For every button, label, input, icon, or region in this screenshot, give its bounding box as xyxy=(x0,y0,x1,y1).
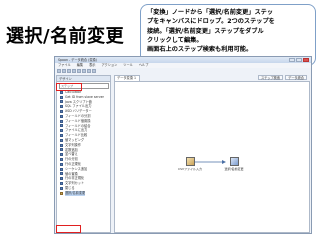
open-file-icon[interactable] xyxy=(62,69,66,73)
main-toolbar xyxy=(55,68,311,74)
step-type-icon xyxy=(60,119,63,123)
select-rename-step[interactable]: 選択/名前変更 xyxy=(219,157,249,171)
step-type-icon xyxy=(60,172,63,176)
step-type-icon xyxy=(60,114,63,118)
step-type-icon xyxy=(60,100,63,104)
step-tree: Calculator Get ID from slave server Java ス… xyxy=(57,90,110,196)
window-controls xyxy=(289,58,309,62)
step-type-icon xyxy=(60,90,63,94)
callout-line: プをキャンバスにドロップ。2つのステップを xyxy=(147,18,275,26)
debug-icon[interactable] xyxy=(92,69,96,73)
step-type-icon xyxy=(60,124,63,128)
window-title: Spoon - データ統合 (変換) xyxy=(58,58,97,62)
step-type-icon xyxy=(60,153,63,157)
step-tree-item[interactable]: 選択/名前変更 xyxy=(60,190,110,196)
step-type-icon xyxy=(60,129,63,133)
step-type-icon xyxy=(60,105,63,109)
select-rename-label: 選択/名前変更 xyxy=(224,167,244,171)
csv-input-label: CSVファイル入力 xyxy=(177,167,203,171)
select-rename-highlight-box xyxy=(56,225,81,233)
save-icon[interactable] xyxy=(67,69,71,73)
callout-line: クリックして編集。 xyxy=(147,36,203,44)
step-type-icon xyxy=(60,134,63,138)
data-integration-button[interactable]: データ統合 xyxy=(285,75,307,80)
step-type-icon xyxy=(60,182,63,186)
step-type-icon xyxy=(60,191,63,195)
spoon-window: Spoon - データ統合 (変換) ファイル 編集 表示 アクション ツール … xyxy=(54,56,312,234)
csv-input-icon xyxy=(185,157,195,166)
step-search-button[interactable]: ステップ検索 xyxy=(257,75,284,80)
maximize-button[interactable] xyxy=(296,58,302,62)
callout-line: 接続。「選択/名前変更」ステップをダブル xyxy=(147,27,264,35)
step-type-icon xyxy=(60,138,63,142)
callout-line: 画面右上のステップ検索も利用可能。 xyxy=(147,46,253,54)
step-type-icon xyxy=(60,186,63,190)
step-type-icon xyxy=(60,110,63,114)
step-type-icon xyxy=(60,143,63,147)
slide-title: 選択/名前変更 xyxy=(6,26,125,47)
close-button[interactable] xyxy=(303,58,309,62)
new-file-icon[interactable] xyxy=(57,69,61,73)
step-tree-label: 選択/名前変更 xyxy=(65,190,86,196)
minimize-button[interactable] xyxy=(289,58,295,62)
save-as-icon[interactable] xyxy=(72,69,76,73)
design-panel: デザイン ステップ Calculator Get ID from slave se… xyxy=(56,75,111,233)
hop-connector xyxy=(195,160,226,164)
preview-icon[interactable] xyxy=(87,69,91,73)
search-highlight-box xyxy=(56,83,82,91)
step-type-icon xyxy=(60,158,63,162)
step-type-icon xyxy=(60,162,63,166)
design-tab[interactable]: デザイン xyxy=(57,76,110,82)
step-type-icon xyxy=(60,177,63,181)
step-type-icon xyxy=(60,148,63,152)
print-icon[interactable] xyxy=(77,69,81,73)
step-type-icon xyxy=(60,95,63,99)
callout-line: 「変換」ノードから「選択/名前変更」ステッ xyxy=(147,9,274,16)
step-type-icon xyxy=(60,167,63,171)
transformation-canvas[interactable]: CSVファイル入力 選択/名前変更 xyxy=(114,81,310,233)
select-rename-icon xyxy=(229,157,239,166)
perspective-toolbar: ステップ検索 データ統合 xyxy=(257,75,307,80)
run-icon[interactable] xyxy=(82,69,86,73)
csv-input-step[interactable]: CSVファイル入力 xyxy=(175,157,205,171)
